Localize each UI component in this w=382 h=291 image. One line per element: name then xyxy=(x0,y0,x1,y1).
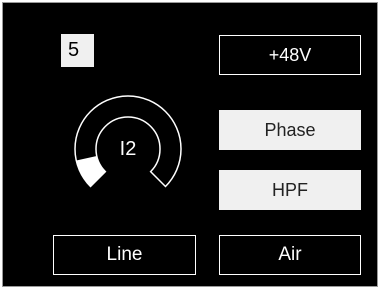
channel-number-badge: 5 xyxy=(61,34,94,67)
phase-invert-button[interactable]: Phase xyxy=(219,110,361,150)
air-mode-button[interactable]: Air xyxy=(219,235,361,275)
gain-knob-label: I2 xyxy=(119,137,137,160)
line-input-button[interactable]: Line xyxy=(53,235,196,275)
gain-knob[interactable]: I2 xyxy=(58,79,198,219)
channel-strip-panel: 5 I2 +48V Phase HPF Line Air xyxy=(2,2,378,287)
high-pass-filter-button[interactable]: HPF xyxy=(219,170,361,210)
phantom-power-button[interactable]: +48V xyxy=(219,35,361,75)
